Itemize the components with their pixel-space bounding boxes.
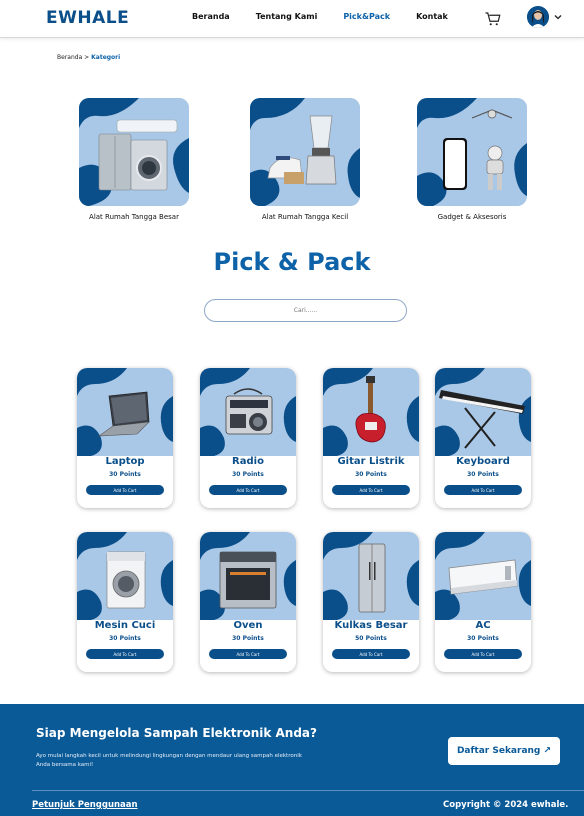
product-card-mesin-cuci: Mesin Cuci 30 Points Add To Cart <box>77 532 173 672</box>
category-alat-rumah-tangga-besar[interactable]: Alat Rumah Tangga Besar <box>79 98 189 221</box>
nav-link-pick-pack[interactable]: Pick&Pack <box>343 12 390 21</box>
product-points: 30 Points <box>467 635 499 642</box>
product-image <box>323 532 419 620</box>
product-points: 50 Points <box>355 635 387 642</box>
register-now-button[interactable]: Daftar Sekarang ↗ <box>448 737 560 765</box>
washing-machine-icon <box>79 98 189 206</box>
smartphone-icon <box>417 98 527 206</box>
keyboard-icon <box>435 368 531 456</box>
category-gadget-aksesoris[interactable]: Gadget & Aksesoris <box>417 98 527 221</box>
product-points: 30 Points <box>232 471 264 478</box>
category-image <box>417 98 527 206</box>
add-to-cart-button[interactable]: Add To Cart <box>86 649 164 659</box>
product-card-ac: AC 30 Points Add To Cart <box>435 532 531 672</box>
add-to-cart-button[interactable]: Add To Cart <box>332 649 410 659</box>
product-points: 30 Points <box>232 635 264 642</box>
product-name: Mesin Cuci <box>94 620 156 631</box>
usage-guide-link[interactable]: Petunjuk Penggunaan <box>32 800 138 810</box>
copyright: Copyright © 2024 ewhale. <box>443 800 569 810</box>
product-card-kulkas-besar: Kulkas Besar 50 Points Add To Cart <box>323 532 419 672</box>
breadcrumb-current: Kategori <box>91 54 121 61</box>
breadcrumb: Beranda > Kategori <box>57 54 120 61</box>
add-to-cart-button[interactable]: Add To Cart <box>444 485 522 495</box>
product-card-keyboard: Keyboard 30 Points Add To Cart <box>435 368 531 508</box>
product-points: 30 Points <box>109 635 141 642</box>
product-image <box>435 368 531 456</box>
chevron-down-icon[interactable] <box>553 12 563 22</box>
product-card-oven: Oven 30 Points Add To Cart <box>200 532 296 672</box>
footer-divider <box>32 790 584 791</box>
product-image <box>77 368 173 456</box>
add-to-cart-button[interactable]: Add To Cart <box>209 649 287 659</box>
product-name: Kulkas Besar <box>334 620 408 631</box>
air-conditioner-icon <box>435 532 531 620</box>
product-points: 30 Points <box>467 471 499 478</box>
add-to-cart-button[interactable]: Add To Cart <box>444 649 522 659</box>
nav-links: Beranda Tentang Kami Pick&Pack Kontak <box>192 12 474 21</box>
page-title: Pick & Pack <box>213 248 371 276</box>
guitar-icon <box>323 368 419 456</box>
category-label: Gadget & Aksesoris <box>437 213 507 221</box>
fridge-icon <box>323 532 419 620</box>
breadcrumb-separator: > <box>84 54 90 61</box>
footer-title: Siap Mengelola Sampah Elektronik Anda? <box>36 726 317 740</box>
avatar[interactable] <box>527 6 549 28</box>
cart-icon[interactable] <box>484 10 502 28</box>
oven-icon <box>200 532 296 620</box>
footer: Siap Mengelola Sampah Elektronik Anda? A… <box>0 704 584 816</box>
product-name: Oven <box>233 620 263 631</box>
product-card-laptop: Laptop 30 Points Add To Cart <box>77 368 173 508</box>
product-image <box>200 368 296 456</box>
add-to-cart-button[interactable]: Add To Cart <box>332 485 410 495</box>
product-image <box>323 368 419 456</box>
logo[interactable]: EWHALE <box>46 8 129 28</box>
category-image <box>79 98 189 206</box>
nav-link-beranda[interactable]: Beranda <box>192 12 230 21</box>
nav-link-kontak[interactable]: Kontak <box>416 12 448 21</box>
blender-icon <box>250 98 360 206</box>
product-name: AC <box>475 620 491 631</box>
add-to-cart-button[interactable]: Add To Cart <box>86 485 164 495</box>
product-points: 30 Points <box>109 471 141 478</box>
product-name: Gitar Listrik <box>337 456 405 467</box>
product-image <box>77 532 173 620</box>
washing-machine-icon <box>77 532 173 620</box>
product-name: Keyboard <box>456 456 510 467</box>
product-points: 30 Points <box>355 471 387 478</box>
category-image <box>250 98 360 206</box>
add-to-cart-button[interactable]: Add To Cart <box>209 485 287 495</box>
product-card-radio: Radio 30 Points Add To Cart <box>200 368 296 508</box>
nav-link-tentang-kami[interactable]: Tentang Kami <box>256 12 318 21</box>
product-image <box>200 532 296 620</box>
navbar: EWHALE Beranda Tentang Kami Pick&Pack Ko… <box>0 0 584 38</box>
category-alat-rumah-tangga-kecil[interactable]: Alat Rumah Tangga Kecil <box>250 98 360 221</box>
laptop-icon <box>77 368 173 456</box>
search-input[interactable] <box>204 299 407 322</box>
product-image <box>435 532 531 620</box>
footer-description: Ayo mulai langkah kecil untuk melindungi… <box>36 753 302 768</box>
product-card-gitar-listrik: Gitar Listrik 30 Points Add To Cart <box>323 368 419 508</box>
product-name: Radio <box>232 456 264 467</box>
category-label: Alat Rumah Tangga Kecil <box>261 213 349 221</box>
category-label: Alat Rumah Tangga Besar <box>89 213 179 221</box>
product-name: Laptop <box>105 456 145 467</box>
radio-icon <box>200 368 296 456</box>
breadcrumb-home[interactable]: Beranda <box>57 54 82 61</box>
